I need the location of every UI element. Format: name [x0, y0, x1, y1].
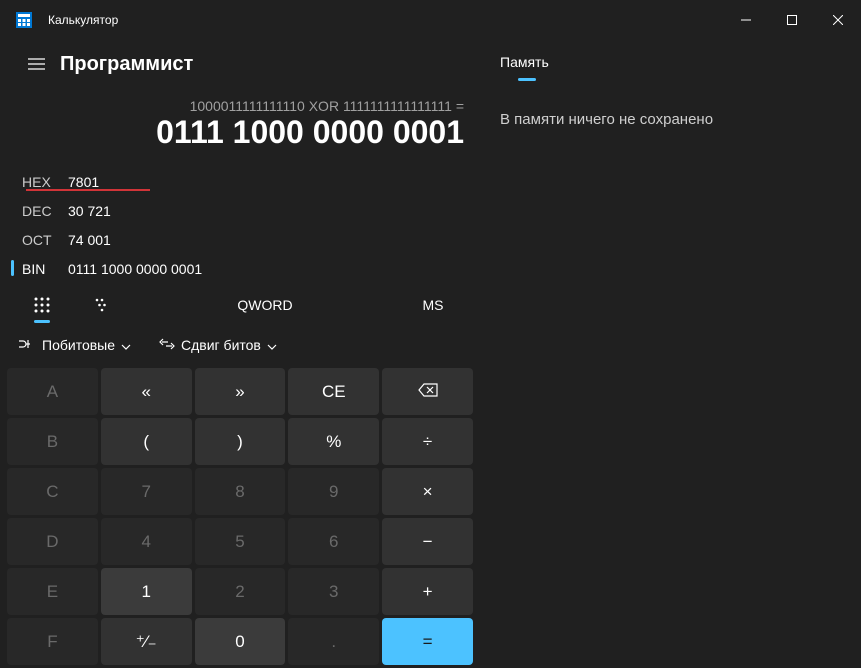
- keypad-mode-button[interactable]: [12, 287, 72, 323]
- word-size-button[interactable]: QWORD: [132, 287, 398, 323]
- memory-store-button[interactable]: MS: [398, 287, 468, 323]
- key-equals[interactable]: =: [382, 618, 473, 665]
- base-hex[interactable]: HEX 7801: [16, 167, 468, 196]
- base-oct[interactable]: OCT 74 001: [16, 225, 468, 254]
- shift-icon: [159, 337, 175, 354]
- key-negate[interactable]: ⁺⁄₋: [101, 618, 192, 665]
- base-oct-value: 74 001: [68, 232, 111, 248]
- base-dec[interactable]: DEC 30 721: [16, 196, 468, 225]
- key-plus[interactable]: +: [382, 568, 473, 615]
- key-d[interactable]: D: [7, 518, 98, 565]
- base-bin[interactable]: BIN 0111 1000 0000 0001: [16, 254, 468, 283]
- dropdown-row: Побитовые Сдвиг битов: [4, 325, 476, 365]
- key-lshift[interactable]: «: [101, 368, 192, 415]
- memory-empty-text: В памяти ничего не сохранено: [500, 111, 841, 128]
- key-8[interactable]: 8: [195, 468, 286, 515]
- key-1[interactable]: 1: [101, 568, 192, 615]
- key-7[interactable]: 7: [101, 468, 192, 515]
- menu-button[interactable]: [16, 46, 56, 82]
- key-c[interactable]: C: [7, 468, 98, 515]
- key-4[interactable]: 4: [101, 518, 192, 565]
- memory-tab-indicator: [518, 78, 536, 81]
- key-ce[interactable]: CE: [288, 368, 379, 415]
- key-2[interactable]: 2: [195, 568, 286, 615]
- key-multiply[interactable]: ×: [382, 468, 473, 515]
- window-controls: [723, 0, 861, 40]
- close-button[interactable]: [815, 0, 861, 40]
- keypad: A « » CE B ( ) % ÷ C 7 8 9 × D 4 5 6 − E…: [4, 365, 476, 668]
- key-0[interactable]: 0: [195, 618, 286, 665]
- base-hex-label: HEX: [22, 174, 68, 190]
- key-3[interactable]: 3: [288, 568, 379, 615]
- memory-tab[interactable]: Память: [500, 50, 841, 78]
- key-b[interactable]: B: [7, 418, 98, 465]
- titlebar: Калькулятор: [0, 0, 861, 40]
- base-bin-label: BIN: [22, 261, 68, 277]
- base-list: HEX 7801 DEC 30 721 OCT 74 001 BIN 0111 …: [4, 165, 476, 285]
- bitwise-dropdown[interactable]: Побитовые: [10, 329, 139, 361]
- bitshift-dropdown[interactable]: Сдвиг битов: [151, 329, 285, 361]
- key-divide[interactable]: ÷: [382, 418, 473, 465]
- key-minus[interactable]: −: [382, 518, 473, 565]
- result-display: 0111 1000 0000 0001: [4, 114, 476, 165]
- key-5[interactable]: 5: [195, 518, 286, 565]
- key-9[interactable]: 9: [288, 468, 379, 515]
- base-dec-value: 30 721: [68, 203, 111, 219]
- key-percent[interactable]: %: [288, 418, 379, 465]
- bitwise-label: Побитовые: [42, 337, 115, 353]
- base-dec-label: DEC: [22, 203, 68, 219]
- memory-panel: Память В памяти ничего не сохранено: [480, 40, 861, 668]
- key-rparen[interactable]: ): [195, 418, 286, 465]
- key-backspace[interactable]: [382, 368, 473, 415]
- window-title: Калькулятор: [48, 13, 723, 27]
- key-decimal[interactable]: .: [288, 618, 379, 665]
- maximize-button[interactable]: [769, 0, 815, 40]
- backspace-icon: [418, 382, 438, 402]
- key-rshift[interactable]: »: [195, 368, 286, 415]
- base-oct-label: OCT: [22, 232, 68, 248]
- mode-title: Программист: [60, 53, 193, 76]
- bit-toggle-mode-button[interactable]: [72, 287, 132, 323]
- key-a[interactable]: A: [7, 368, 98, 415]
- bitshift-label: Сдвиг битов: [181, 337, 261, 353]
- minimize-button[interactable]: [723, 0, 769, 40]
- mode-header: Программист: [4, 40, 476, 88]
- base-hex-value: 7801: [68, 174, 99, 190]
- expression-display: 1000011111111110 XOR 1111111111111111 =: [4, 88, 476, 114]
- chevron-down-icon: [267, 337, 277, 353]
- key-f[interactable]: F: [7, 618, 98, 665]
- key-e[interactable]: E: [7, 568, 98, 615]
- app-icon: [16, 12, 32, 28]
- base-bin-value: 0111 1000 0000 0001: [68, 261, 202, 277]
- key-lparen[interactable]: (: [101, 418, 192, 465]
- logic-icon: [18, 337, 36, 354]
- key-6[interactable]: 6: [288, 518, 379, 565]
- mode-toolbar: QWORD MS: [4, 285, 476, 325]
- chevron-down-icon: [121, 337, 131, 353]
- hex-underline-annotation: [26, 189, 150, 191]
